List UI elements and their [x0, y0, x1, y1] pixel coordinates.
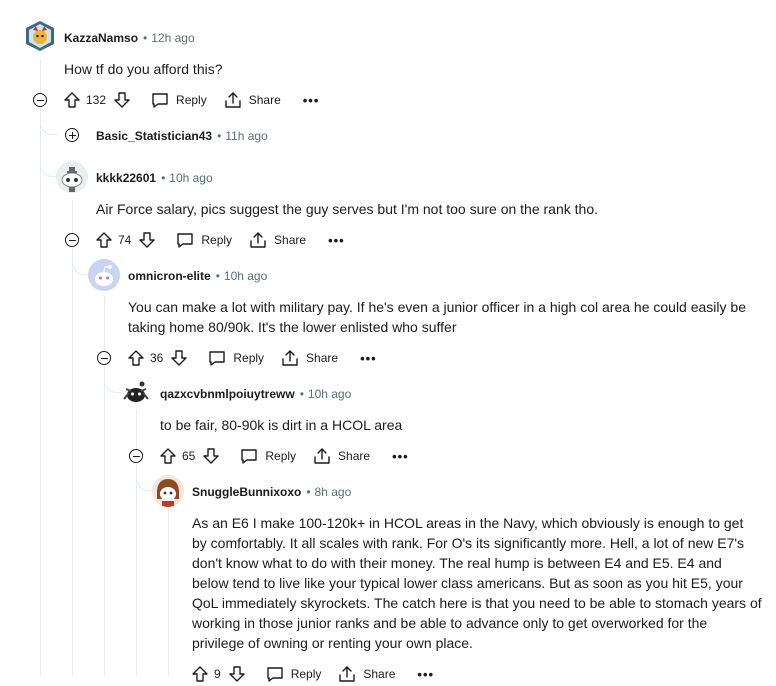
downvote-icon[interactable] — [169, 348, 189, 368]
downvote-icon[interactable] — [112, 90, 132, 110]
reply-icon — [152, 93, 168, 108]
comment-meta: omnicron-elite • 10h ago — [128, 269, 268, 283]
collapse-thread-button[interactable] — [97, 351, 111, 365]
comment-actions: 74 Reply Share ••• — [94, 228, 345, 252]
vote-count: 65 — [182, 449, 196, 463]
upvote-icon[interactable] — [94, 230, 114, 250]
comment-meta: kkkk22601 • 10h ago — [96, 171, 213, 185]
comment-body: As an E6 I make 100-120k+ in HCOL areas … — [192, 515, 762, 651]
share-button[interactable]: Share — [337, 664, 395, 684]
timestamp[interactable]: 10h ago — [224, 269, 267, 283]
author-name[interactable]: qazxcvbnmlpoiuytreww — [160, 387, 295, 401]
author-name[interactable]: Basic_Statistician43 — [96, 129, 212, 143]
timestamp[interactable]: 12h ago — [151, 31, 194, 45]
share-icon — [339, 666, 356, 682]
thread-curve — [40, 150, 57, 177]
upvote-icon[interactable] — [190, 664, 210, 684]
vote-count: 74 — [118, 233, 132, 247]
reply-button[interactable]: Reply — [207, 348, 264, 368]
comment-body: How tf do you afford this? — [64, 61, 223, 77]
timestamp[interactable]: 8h ago — [315, 485, 352, 499]
share-icon — [314, 448, 330, 464]
thread-curve — [40, 110, 57, 135]
comment-actions: 36 Reply Share ••• — [126, 346, 377, 370]
expand-thread-button[interactable] — [65, 128, 79, 142]
upvote-icon[interactable] — [158, 446, 178, 466]
avatar[interactable] — [56, 161, 88, 193]
share-icon — [250, 232, 266, 248]
upvote-icon[interactable] — [126, 348, 146, 368]
share-icon — [282, 350, 298, 366]
collapse-thread-button[interactable] — [129, 449, 143, 463]
reply-button[interactable]: Reply — [150, 90, 207, 110]
thread-curve — [136, 466, 153, 491]
downvote-icon[interactable] — [227, 664, 247, 684]
downvote-icon[interactable] — [137, 230, 157, 250]
share-button[interactable]: Share — [248, 230, 306, 250]
avatar[interactable] — [24, 20, 56, 52]
thread-line-level4[interactable] — [168, 508, 169, 676]
comment-meta: SnuggleBunnixoxo • 8h ago — [192, 485, 352, 499]
thread-curve — [104, 368, 121, 393]
more-options-button[interactable]: ••• — [303, 93, 320, 108]
share-icon — [225, 92, 241, 108]
avatar[interactable] — [88, 259, 120, 291]
reply-button[interactable]: Reply — [265, 664, 321, 684]
vote-count: 132 — [86, 93, 107, 107]
more-options-button[interactable]: ••• — [392, 449, 409, 464]
reply-icon — [209, 351, 226, 366]
reply-icon — [241, 449, 258, 464]
comment-actions: 132 Reply Share ••• — [62, 88, 319, 112]
share-button[interactable]: Share — [280, 348, 338, 368]
upvote-icon[interactable] — [62, 90, 82, 110]
reply-button[interactable]: Reply — [239, 446, 296, 466]
comment-actions: 9 Reply Share ••• — [190, 662, 434, 686]
author-name[interactable]: SnuggleBunnixoxo — [192, 485, 301, 499]
collapse-thread-button[interactable] — [65, 233, 79, 247]
more-options-button[interactable]: ••• — [417, 667, 434, 682]
thread-curve — [72, 250, 89, 275]
timestamp[interactable]: 10h ago — [169, 171, 212, 185]
reply-icon — [177, 233, 194, 248]
avatar[interactable] — [152, 475, 184, 507]
comment-meta: Basic_Statistician43 • 11h ago — [96, 129, 268, 143]
vote-count: 9 — [214, 667, 221, 681]
collapse-thread-button[interactable] — [33, 93, 47, 107]
more-options-button[interactable]: ••• — [328, 233, 345, 248]
timestamp[interactable]: 11h ago — [225, 129, 268, 143]
vote-count: 36 — [150, 351, 164, 365]
reply-button[interactable]: Reply — [175, 230, 232, 250]
thread-line-level1[interactable] — [72, 200, 73, 676]
comment-meta: KazzaNamso • 12h ago — [64, 31, 195, 45]
comment-body: to be fair, 80-90k is dirt in a HCOL are… — [160, 417, 403, 433]
more-options-button[interactable]: ••• — [360, 351, 377, 366]
author-name[interactable]: kkkk22601 — [96, 171, 156, 185]
comment-meta: qazxcvbnmlpoiuytreww • 10h ago — [160, 387, 352, 401]
author-name[interactable]: omnicron-elite — [128, 269, 211, 283]
author-name[interactable]: KazzaNamso — [64, 31, 138, 45]
downvote-icon[interactable] — [201, 446, 221, 466]
share-button[interactable]: Share — [312, 446, 370, 466]
comment-body: Air Force salary, pics suggest the guy s… — [96, 201, 598, 217]
share-button[interactable]: Share — [223, 90, 281, 110]
comment-body: You can make a lot with military pay. If… — [128, 299, 746, 335]
comment-actions: 65 Reply Share ••• — [158, 444, 409, 468]
timestamp[interactable]: 10h ago — [308, 387, 351, 401]
reply-icon — [266, 667, 283, 682]
avatar[interactable] — [120, 377, 152, 409]
